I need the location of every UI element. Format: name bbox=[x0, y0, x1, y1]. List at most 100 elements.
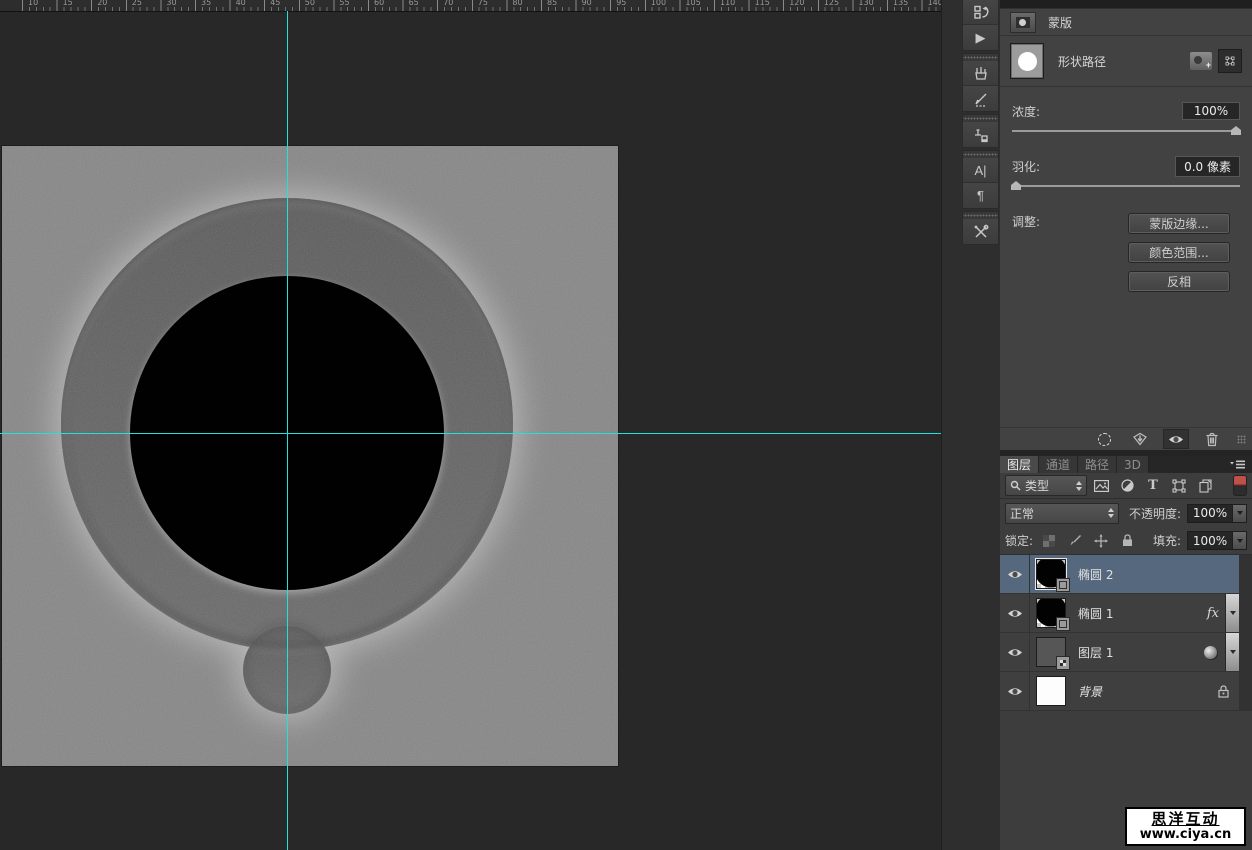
effects-expander-icon[interactable] bbox=[1225, 633, 1239, 671]
effect-badge-icon[interactable] bbox=[1204, 646, 1217, 659]
dock-group-5 bbox=[962, 219, 999, 245]
panel-resize-grip[interactable] bbox=[1237, 435, 1246, 444]
watermark-line1: 思洋互动 bbox=[1151, 811, 1219, 828]
layer-row-ellipse-2[interactable]: 椭圆 2 bbox=[1000, 555, 1239, 594]
add-pixel-mask-icon[interactable]: + bbox=[1190, 52, 1212, 70]
mask-icon bbox=[1010, 12, 1036, 33]
lock-position-move-icon[interactable] bbox=[1091, 531, 1111, 551]
ruler-label: 110 bbox=[720, 0, 735, 7]
fill-value[interactable]: 100% bbox=[1187, 531, 1233, 550]
density-value[interactable]: 100% bbox=[1182, 102, 1240, 120]
tool-presets-panel-icon[interactable] bbox=[963, 219, 998, 244]
feather-slider[interactable] bbox=[1012, 185, 1240, 187]
feather-value[interactable]: 0.0 像素 bbox=[1175, 156, 1240, 177]
opacity-dropdown-icon[interactable] bbox=[1233, 504, 1247, 523]
invert-button[interactable]: 反相 bbox=[1128, 271, 1230, 292]
photoshop-window: 1015202530354045505560657075808590951001… bbox=[0, 0, 1252, 850]
ruler-label: 120 bbox=[789, 0, 804, 7]
ruler-label: 15 bbox=[63, 0, 73, 7]
ruler-label: 35 bbox=[201, 0, 211, 7]
layer-thumbnail[interactable] bbox=[1036, 676, 1066, 706]
watermark: 思洋互动 www.ciya.cn bbox=[1125, 807, 1246, 846]
tab-3d[interactable]: 3D bbox=[1117, 456, 1149, 473]
ruler-label: 50 bbox=[305, 0, 315, 7]
mask-sliders-section: 浓度: 100% 羽化: 0.0 像素 调整: bbox=[1000, 87, 1252, 292]
ruler-label: 20 bbox=[97, 0, 107, 7]
color-range-button[interactable]: 颜色范围... bbox=[1128, 242, 1230, 263]
adjust-label: 调整: bbox=[1012, 213, 1040, 292]
panel-stack: 蒙版 形状路径 + 浓度: 100% bbox=[1000, 0, 1252, 850]
load-selection-from-mask-icon[interactable] bbox=[1091, 429, 1117, 449]
mask-edge-button[interactable]: 蒙版边缘... bbox=[1128, 213, 1230, 234]
disable-mask-eye-icon[interactable] bbox=[1163, 429, 1189, 449]
ruler-label: 40 bbox=[236, 0, 246, 7]
dock-group-4: A| ¶ bbox=[962, 158, 999, 209]
layer-name[interactable]: 椭圆 1 bbox=[1078, 605, 1113, 622]
layer-name[interactable]: 椭圆 2 bbox=[1078, 566, 1113, 583]
layer-row-layer-1[interactable]: 图层 1 bbox=[1000, 633, 1239, 672]
actions-panel-icon[interactable]: ▶ bbox=[963, 25, 998, 50]
mask-thumbnail[interactable] bbox=[1010, 43, 1044, 79]
density-slider-thumb[interactable] bbox=[1231, 126, 1241, 135]
delete-mask-trash-icon[interactable] bbox=[1199, 429, 1225, 449]
fill-dropdown-icon[interactable] bbox=[1233, 531, 1247, 550]
visibility-eye-icon[interactable] bbox=[1000, 594, 1030, 632]
panel-menu-icon[interactable] bbox=[1224, 456, 1252, 473]
tab-channels-label: 通道 bbox=[1046, 456, 1070, 473]
mask-target-row: 形状路径 + bbox=[1000, 36, 1252, 87]
vertical-guide[interactable] bbox=[287, 11, 288, 850]
clone-source-panel-icon[interactable] bbox=[963, 122, 998, 147]
tab-layers[interactable]: 图层 bbox=[1000, 456, 1039, 473]
density-slider[interactable] bbox=[1012, 130, 1240, 132]
tab-channels[interactable]: 通道 bbox=[1039, 456, 1078, 473]
ruler-label: 90 bbox=[582, 0, 592, 7]
vector-mask-icon[interactable] bbox=[1218, 49, 1242, 73]
dock-grip[interactable] bbox=[962, 211, 999, 219]
ruler-label: 25 bbox=[132, 0, 142, 7]
lock-transparency-icon[interactable] bbox=[1039, 531, 1059, 551]
filter-shape-layers-icon[interactable] bbox=[1167, 475, 1191, 496]
layer-filtering-switch[interactable] bbox=[1233, 475, 1247, 496]
tab-paths[interactable]: 路径 bbox=[1078, 456, 1117, 473]
layer-row-background[interactable]: 背景 bbox=[1000, 672, 1239, 711]
fx-badge[interactable]: fx bbox=[1207, 606, 1219, 621]
visibility-eye-icon[interactable] bbox=[1000, 633, 1030, 671]
lock-label: 锁定: bbox=[1005, 532, 1033, 549]
filter-kind-dropdown[interactable]: 类型 bbox=[1005, 475, 1087, 496]
blend-mode-dropdown[interactable]: 正常 bbox=[1005, 503, 1119, 524]
filter-smart-objects-icon[interactable] bbox=[1193, 475, 1217, 496]
masks-panel: 蒙版 形状路径 + 浓度: 100% bbox=[1000, 9, 1252, 450]
filter-type-layers-icon[interactable]: T bbox=[1141, 475, 1165, 496]
paragraph-panel-icon[interactable]: ¶ bbox=[963, 183, 998, 208]
filter-adjustment-layers-icon[interactable] bbox=[1115, 475, 1139, 496]
apply-mask-icon[interactable] bbox=[1127, 429, 1153, 449]
ruler-label: 45 bbox=[270, 0, 280, 7]
visibility-eye-icon[interactable] bbox=[1000, 672, 1030, 710]
layer-row-ellipse-1[interactable]: 椭圆 1 fx bbox=[1000, 594, 1239, 633]
top-ruler[interactable]: 1015202530354045505560657075808590951001… bbox=[0, 0, 941, 12]
brush-panel-icon[interactable] bbox=[963, 61, 998, 86]
opacity-value[interactable]: 100% bbox=[1187, 504, 1233, 523]
dock-grip[interactable] bbox=[962, 150, 999, 158]
horizontal-guide[interactable] bbox=[0, 433, 941, 434]
dock-grip[interactable] bbox=[962, 114, 999, 122]
character-panel-icon[interactable]: A| bbox=[963, 158, 998, 183]
density-label: 浓度: bbox=[1012, 103, 1040, 120]
effects-expander-icon[interactable] bbox=[1225, 594, 1239, 632]
lock-all-icon[interactable] bbox=[1117, 531, 1137, 551]
ruler-label: 140 bbox=[928, 0, 941, 7]
layer-name[interactable]: 图层 1 bbox=[1078, 644, 1113, 661]
fill-label: 填充: bbox=[1153, 532, 1181, 549]
layer-name[interactable]: 背景 bbox=[1078, 683, 1102, 700]
filter-pixel-layers-icon[interactable] bbox=[1089, 475, 1113, 496]
lock-pixels-brush-icon[interactable] bbox=[1065, 531, 1085, 551]
panel-dock: ▶ bbox=[941, 0, 1001, 850]
visibility-eye-icon[interactable] bbox=[1000, 555, 1030, 593]
canvas-viewport[interactable]: 1015202530354045505560657075808590951001… bbox=[0, 0, 941, 850]
history-panel-icon[interactable] bbox=[963, 0, 998, 25]
filter-kind-label: 类型 bbox=[1025, 477, 1049, 494]
dock-grip[interactable] bbox=[962, 53, 999, 61]
brush-presets-panel-icon[interactable] bbox=[963, 86, 998, 111]
document-canvas[interactable] bbox=[2, 146, 618, 766]
feather-slider-thumb[interactable] bbox=[1011, 181, 1021, 190]
